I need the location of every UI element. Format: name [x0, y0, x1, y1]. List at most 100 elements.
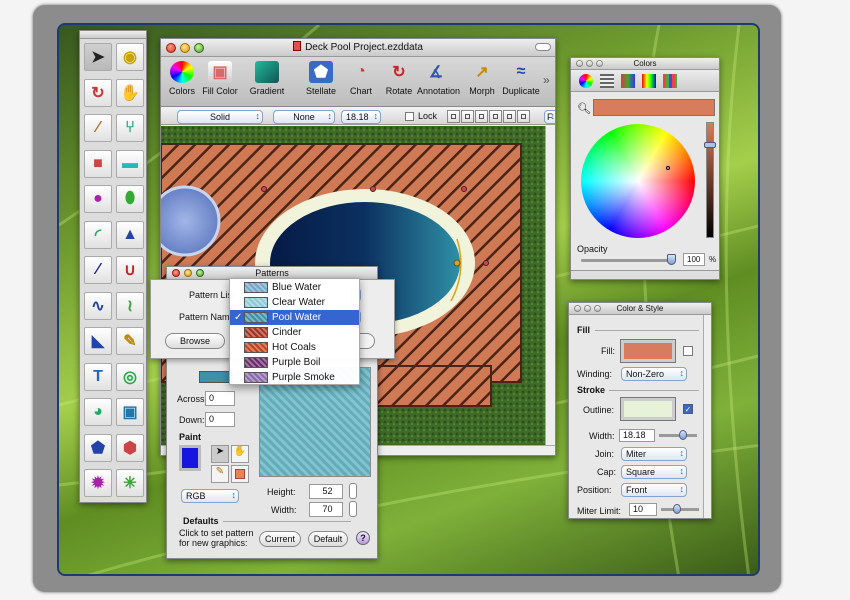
- paint-can-tool[interactable]: ▣: [116, 398, 144, 426]
- vertical-scrollbar[interactable]: [545, 126, 555, 445]
- hexagon-tool[interactable]: ⬢: [116, 433, 144, 462]
- toolbar-fill-color-button[interactable]: ▣ Fill Color: [201, 61, 239, 96]
- fill-color-well[interactable]: [620, 339, 676, 363]
- magnifier-icon[interactable]: 🔍︎: [577, 102, 591, 115]
- starburst-tool[interactable]: ✳: [116, 469, 144, 497]
- current-color-well[interactable]: [593, 99, 715, 116]
- pattern-menu-item[interactable]: Clear Water: [230, 295, 359, 310]
- pattern-menu-item[interactable]: Cinder: [230, 325, 359, 340]
- zoom-button[interactable]: [194, 43, 204, 53]
- crayons-tab-icon[interactable]: [663, 74, 677, 88]
- ellipse-tool[interactable]: ⬮: [116, 185, 144, 213]
- align-button-1[interactable]: [447, 110, 460, 123]
- pattern-menu-item[interactable]: Purple Boil: [230, 355, 359, 370]
- style-scrollbar[interactable]: [703, 315, 711, 518]
- position-select[interactable]: Front: [621, 483, 687, 497]
- patterns-zoom-button[interactable]: [196, 269, 204, 277]
- align-button-2[interactable]: [461, 110, 474, 123]
- color-model-select[interactable]: RGB: [181, 489, 239, 503]
- line-style-select[interactable]: Solid: [177, 110, 263, 124]
- lock-checkbox[interactable]: [405, 112, 414, 121]
- paint-bucket-tool[interactable]: ◕: [84, 398, 112, 426]
- toolbar-annotation-button[interactable]: ∡ Annotation: [417, 61, 460, 96]
- miter-limit-knob[interactable]: [673, 504, 681, 514]
- stroke-width-field[interactable]: 18.18: [619, 429, 655, 442]
- browse-button[interactable]: Browse: [165, 333, 225, 349]
- freeform-tool[interactable]: ∿: [84, 291, 112, 320]
- patterns-minimize-button[interactable]: [184, 269, 192, 277]
- toolbar-chart-button[interactable]: ◔ Chart: [342, 61, 380, 96]
- down-field[interactable]: 0: [205, 412, 235, 427]
- style-zoom-button[interactable]: [594, 305, 601, 312]
- quarter-tool[interactable]: ◣: [84, 327, 112, 355]
- toolbar-duplicate-button[interactable]: ≈ Duplicate: [502, 61, 540, 96]
- width-stepper[interactable]: [349, 501, 357, 517]
- toolbar-morph-button[interactable]: ↗ Morph: [463, 61, 501, 96]
- toolbar-gradient-button[interactable]: Gradient: [248, 61, 286, 96]
- format-extra-button[interactable]: F: [544, 110, 555, 124]
- brightness-slider[interactable]: [706, 122, 714, 238]
- opacity-slider-knob[interactable]: [667, 254, 676, 265]
- align-button-5[interactable]: [503, 110, 516, 123]
- outline-color-well[interactable]: [620, 397, 676, 421]
- height-field[interactable]: 52: [309, 484, 343, 499]
- arc-tool[interactable]: ◜: [84, 220, 112, 249]
- fill-tool-button[interactable]: [231, 465, 249, 483]
- spectrum-tab-icon[interactable]: [642, 74, 656, 88]
- winding-select[interactable]: Non-Zero: [621, 367, 687, 381]
- minimize-button[interactable]: [180, 43, 190, 53]
- toolbar-toggle-button[interactable]: [535, 43, 551, 51]
- arrow-select-tool[interactable]: ➤: [84, 43, 112, 71]
- pencil-tool-button[interactable]: ✎: [211, 465, 229, 483]
- across-field[interactable]: 0: [205, 391, 235, 406]
- stroke-width-knob[interactable]: [679, 430, 687, 440]
- pattern-menu-item[interactable]: Hot Coals: [230, 340, 359, 355]
- palettes-tab-icon[interactable]: [621, 74, 635, 88]
- height-stepper[interactable]: [349, 483, 357, 499]
- triangle-tool[interactable]: ▲: [116, 220, 144, 249]
- patterns-close-button[interactable]: [172, 269, 180, 277]
- star-tool[interactable]: ✹: [84, 469, 112, 497]
- select-tool-button[interactable]: ➤: [211, 445, 229, 463]
- brightness-knob[interactable]: [704, 142, 716, 148]
- tape-measure-tool[interactable]: ◉: [116, 43, 144, 71]
- align-button-4[interactable]: [489, 110, 502, 123]
- opacity-slider-track[interactable]: [581, 259, 671, 262]
- text-tool[interactable]: T: [84, 362, 112, 391]
- width-field[interactable]: 70: [309, 502, 343, 517]
- colors-close-button[interactable]: [576, 60, 583, 67]
- current-button[interactable]: Current: [259, 531, 301, 547]
- stroke-width-slider[interactable]: [659, 434, 697, 437]
- toolbar-stellate-button[interactable]: ⬟ Stellate: [302, 61, 340, 96]
- align-button-6[interactable]: [517, 110, 530, 123]
- pencil-tool[interactable]: ✎: [116, 327, 144, 355]
- spiral-tool[interactable]: ◎: [116, 362, 144, 391]
- line-width-select[interactable]: 18.18: [341, 110, 381, 124]
- pattern-menu-item[interactable]: ✓ Pool Water: [230, 310, 359, 325]
- rotate-tool-tool[interactable]: ↻: [84, 78, 112, 107]
- align-button-3[interactable]: [475, 110, 488, 123]
- colors-zoom-button[interactable]: [596, 60, 603, 67]
- color-wheel[interactable]: [581, 124, 695, 238]
- outline-checkbox[interactable]: ✓: [683, 404, 693, 414]
- hand-tool-button[interactable]: ✋: [231, 445, 249, 463]
- close-button[interactable]: [166, 43, 176, 53]
- fill-checkbox[interactable]: [683, 346, 693, 356]
- colors-minimize-button[interactable]: [586, 60, 593, 67]
- toolbar-rotate-button[interactable]: ↻ Rotate: [380, 61, 418, 96]
- toolbar-overflow[interactable]: »: [543, 73, 550, 87]
- opacity-field[interactable]: 100: [683, 253, 705, 266]
- pattern-menu-item[interactable]: Blue Water: [230, 280, 359, 295]
- bezier-tool[interactable]: ∪: [116, 256, 144, 284]
- cap-select[interactable]: Square: [621, 465, 687, 479]
- join-select[interactable]: Miter: [621, 447, 687, 461]
- paint-color-well[interactable]: [179, 445, 201, 471]
- line-tool[interactable]: ∕: [84, 256, 112, 284]
- knife-tool[interactable]: ∕: [84, 114, 112, 142]
- style-minimize-button[interactable]: [584, 305, 591, 312]
- rectangle-tool[interactable]: ■: [84, 149, 112, 178]
- arrow-style-select[interactable]: None: [273, 110, 335, 124]
- pentagon-tool[interactable]: ⬟: [84, 433, 112, 462]
- color-wheel-tab-icon[interactable]: [579, 74, 593, 88]
- tweezers-tool[interactable]: ⑂: [116, 114, 144, 142]
